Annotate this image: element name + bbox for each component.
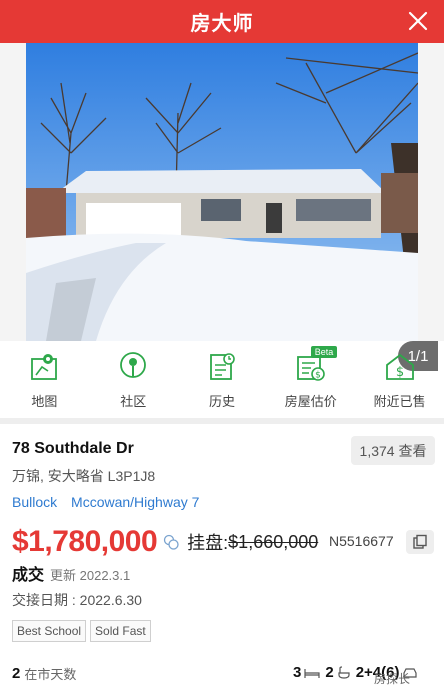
tag-list: Best School Sold Fast [12,620,155,642]
list-price: $1,660,000 [228,531,319,552]
closing-date: 交接日期 : 2022.6.30 [12,592,142,608]
action-valuation-label: 房屋估价 [284,394,337,409]
action-history-label: 历史 [208,394,235,409]
tag-sold-fast: Sold Fast [90,620,151,642]
history-icon [206,351,238,383]
action-nearby-sold[interactable]: $ 附近已售 [355,341,444,415]
beta-badge: Beta [310,346,338,358]
action-map[interactable]: 地图 [0,341,89,415]
copy-icon [413,534,427,549]
mls-number: N5516677 [329,533,394,549]
bed-icon [304,668,320,678]
svg-text:$: $ [315,371,321,381]
tag-best-school: Best School [12,620,87,642]
map-icon [28,351,60,383]
app-title: 房大师 [190,13,254,35]
community-icon [117,351,149,383]
status-row: 成交 更新 2022.3.1 [12,561,130,585]
svg-text:$: $ [395,365,403,380]
listing-address: 78 Southdale Dr [12,440,134,457]
house-photo[interactable] [26,43,418,341]
bedroom-spec: 3 [293,664,320,681]
days-on-market-label: 在市天数 [24,667,77,682]
area-link-bullock[interactable]: Bullock [12,494,57,510]
area-link-intersection[interactable]: Mccowan/Highway 7 [71,494,199,510]
list-price-label: 挂盘: [187,533,229,553]
bathroom-spec: 2 [325,664,350,681]
section-divider [0,418,444,424]
action-community[interactable]: 社区 [89,341,178,415]
action-history[interactable]: 历史 [178,341,267,415]
bathroom-count: 2 [325,664,334,681]
nearby-sold-icon: $ [384,351,416,383]
close-icon[interactable] [406,9,430,33]
action-nearby-sold-label: 附近已售 [373,394,426,409]
view-count-badge: 1,374 查看 [351,436,435,465]
photo-gallery[interactable]: 1/1 [0,43,444,371]
valuation-icon: $ Beta [295,346,338,383]
watermark: 房探长 [374,672,411,686]
action-map-label: 地图 [31,394,58,409]
action-valuation[interactable]: $ Beta 房屋估价 [266,341,355,415]
bedroom-count: 3 [293,664,302,681]
sold-price: $1,780,000 [12,525,158,558]
bath-icon [338,665,350,679]
listing-city: 万锦, 安大略省 L3P1J8 [12,468,156,484]
action-community-label: 社区 [120,394,147,409]
currency-convert-icon[interactable] [163,534,179,550]
app-header: 房大师 [0,0,444,43]
updated-date: 更新 2022.3.1 [50,568,131,583]
action-bar: 地图 社区 历史 $ Beta 房屋估价 $ 附近已售 [0,341,444,415]
status-label: 成交 [12,567,45,584]
days-on-market-value: 2 [12,665,21,682]
area-links: Bullock Mccowan/Highway 7 [12,494,209,510]
summary-row: 2 在市天数 3 2 2+4(6) [12,664,436,683]
copy-button[interactable] [406,530,434,554]
